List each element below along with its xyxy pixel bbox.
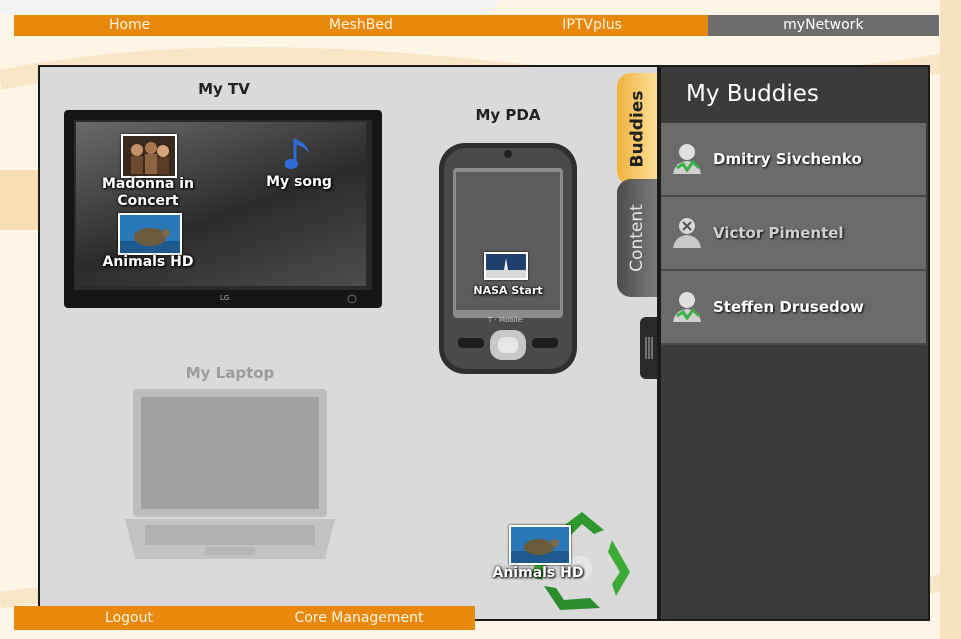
nav-tab-mynetwork[interactable]: myNetwork (707, 15, 939, 36)
buddies-panel: My Buddies Dmitry Sivchenko Victor Pimen… (661, 67, 928, 619)
laptop-label: My Laptop (185, 364, 275, 382)
logout-button[interactable]: Logout (14, 606, 244, 630)
pda-brand: T · Mobile· (487, 316, 524, 324)
tv-item-animals-label: Animals HD (102, 254, 194, 270)
top-nav: Home MeshBed IPTVplus myNetwork (14, 15, 939, 36)
buddy-row-victor[interactable]: Victor Pimentel (661, 197, 926, 271)
nav-tab-iptvplus[interactable]: IPTVplus (477, 15, 708, 36)
pda-device[interactable]: T · Mobile· NASA Start (438, 142, 578, 375)
buddy-name: Victor Pimentel (713, 224, 844, 242)
panel-drag-handle[interactable] (640, 317, 657, 379)
recycle-turtle-thumbnail[interactable] (509, 525, 571, 565)
grip-icon (645, 337, 653, 359)
buddies-panel-title: My Buddies (686, 81, 819, 107)
shuttle-thumbnail[interactable] (484, 252, 528, 280)
tab-content-label: Content (627, 204, 647, 272)
main-frame: My TV LG Madonna in Concert My song Anim… (38, 65, 930, 621)
music-note-icon[interactable] (285, 135, 313, 173)
nav-tab-meshbed[interactable]: MeshBed (245, 15, 476, 36)
buddy-name: Dmitry Sivchenko (713, 150, 862, 168)
buddy-name: Steffen Drusedow (713, 298, 864, 316)
pda-label: My PDA (475, 106, 541, 124)
buddy-online-icon (673, 144, 701, 174)
tab-buddies-label: Buddies (627, 90, 647, 168)
turtle-thumbnail[interactable] (118, 213, 182, 255)
buddy-row-steffen[interactable]: Steffen Drusedow (661, 271, 926, 345)
recycle-item-label: Animals HD (492, 565, 584, 581)
nav-tab-home[interactable]: Home (14, 15, 245, 36)
bottom-nav: Logout Core Management (14, 606, 475, 630)
tv-item-madonna-label: Madonna in Concert (101, 176, 195, 209)
laptop-device[interactable] (125, 387, 335, 567)
device-canvas: My TV LG Madonna in Concert My song Anim… (40, 67, 657, 619)
tv-device[interactable]: LG Madonna in Concert My song Animals HD (64, 110, 384, 310)
buddy-offline-icon (673, 218, 701, 248)
tv-brand: LG (220, 294, 229, 302)
tv-label: My TV (198, 80, 250, 98)
tab-buddies[interactable]: Buddies (617, 73, 657, 185)
tab-content[interactable]: Content (617, 179, 657, 297)
pda-item-nasa-label: NASA Start (473, 284, 543, 297)
buddy-online-icon (673, 292, 701, 322)
concert-thumbnail[interactable] (121, 134, 177, 178)
laptop-icon (125, 389, 335, 559)
buddy-row-dmitry[interactable]: Dmitry Sivchenko (661, 123, 926, 197)
tv-item-mysong-label: My song (266, 174, 332, 190)
core-management-button[interactable]: Core Management (244, 606, 474, 630)
